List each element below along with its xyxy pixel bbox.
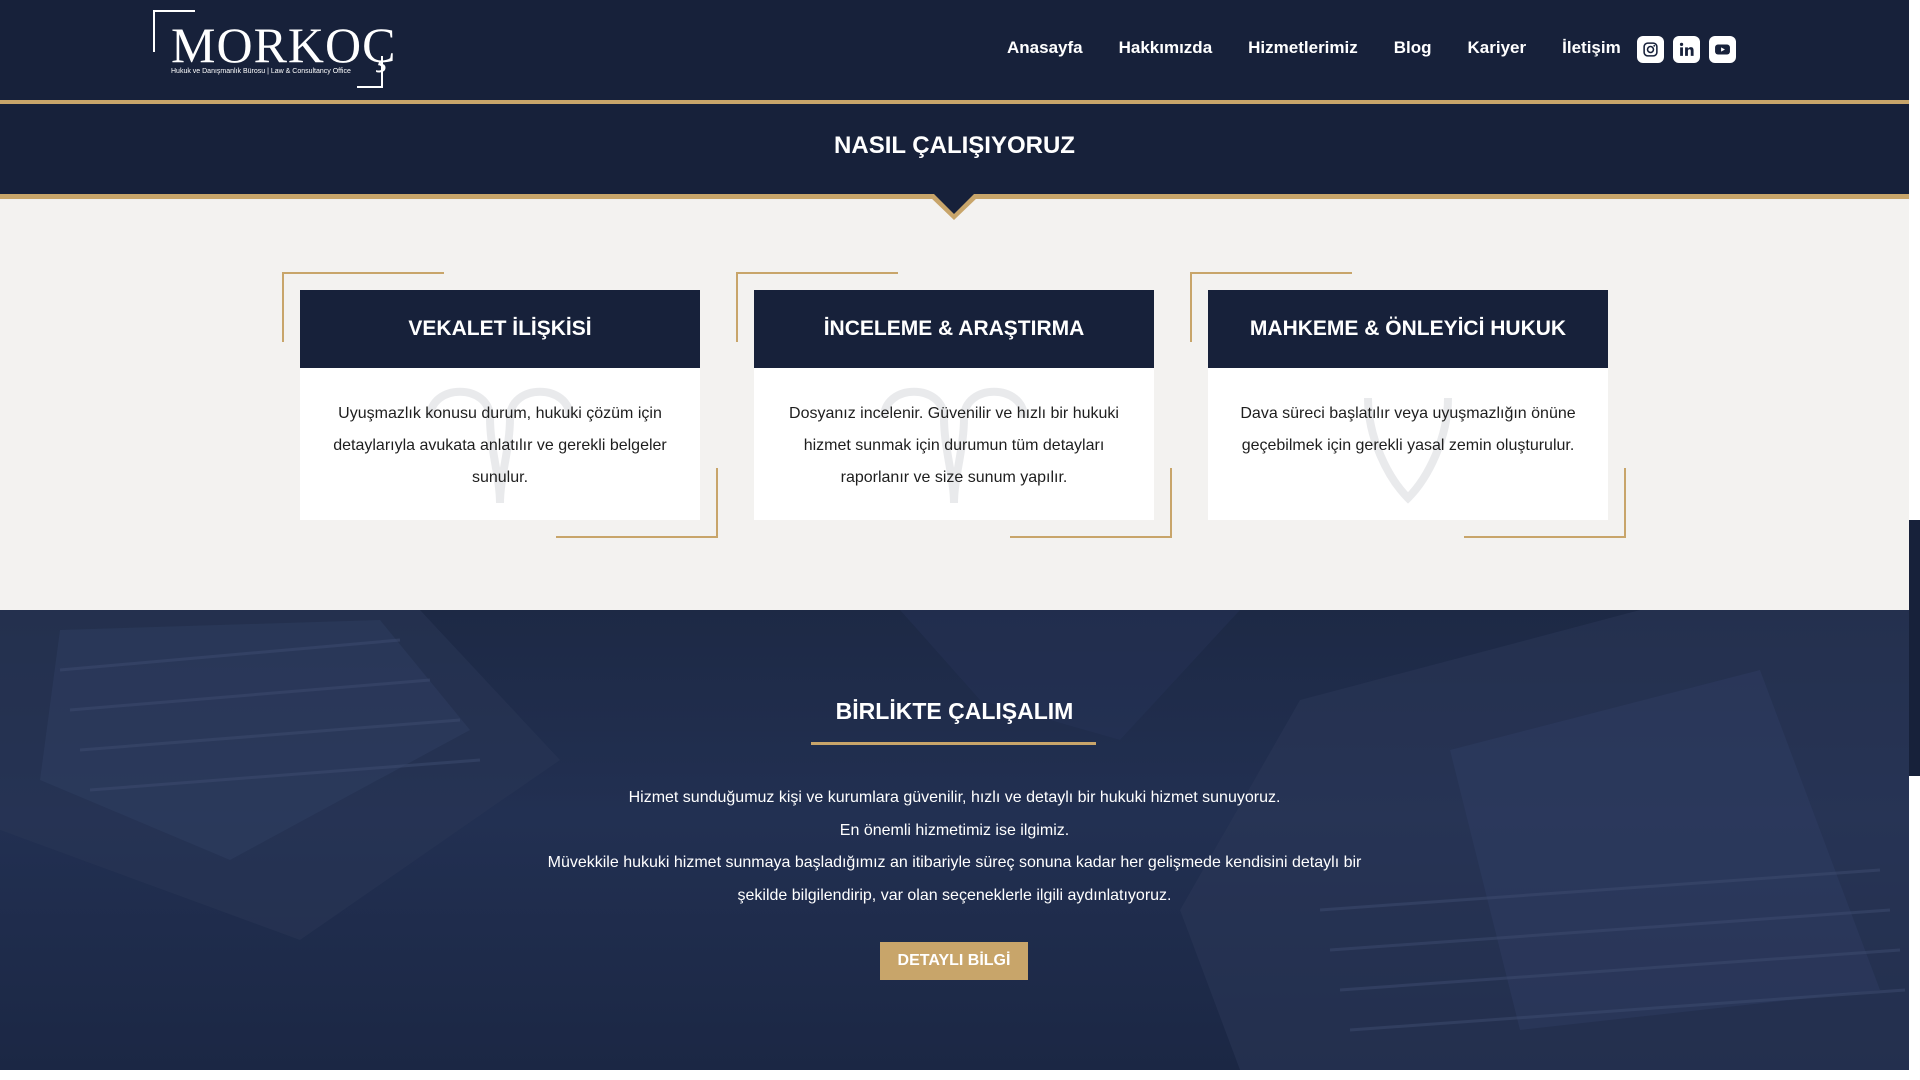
card-body: Dosyanız incelenir. Güvenilir ve hızlı b… (754, 368, 1154, 504)
nav-link-hizmetlerimiz[interactable]: Hizmetlerimiz (1248, 38, 1358, 58)
cta-line: Müvekkile hukuki hizmet sunmaya başladığ… (547, 854, 1362, 871)
cta-line: En önemli hizmetimiz ise ilgimiz. (839, 821, 1070, 839)
card-line: raporlanır ve size sunum yapılır. (840, 469, 1068, 486)
card-description: Uyuşmazlık konusu durum, hukuki çözüm iç… (330, 398, 670, 494)
card-line: sunulur. (471, 469, 529, 486)
logo[interactable]: MORKOÇ Hukuk ve Danışmanlık Bürosu | Law… (153, 10, 395, 88)
logo-wordmark: MORKOÇ (171, 17, 397, 73)
card-body: Uyuşmazlık konusu durum, hukuki çözüm iç… (300, 368, 700, 504)
card-line: hizmet sunmak için durumun tüm detayları (803, 437, 1105, 454)
instagram-glyph (1643, 42, 1658, 57)
nav-link-kariyer[interactable]: Kariyer (1468, 38, 1527, 58)
cta-title: BİRLİKTE ÇALIŞALIM (835, 698, 1074, 724)
page-bottom-strip (0, 1070, 1909, 1080)
card-line: detaylarıyla avukata anlatılır ve gerekl… (333, 437, 667, 454)
section-band: NASIL ÇALIŞIYORUZ (0, 104, 1909, 199)
site-header: MORKOÇ Hukuk ve Danışmanlık Bürosu | Law… (0, 0, 1909, 104)
process-card-1: VEKALET İLİŞKİSİ Uyuşmazlık konusu durum… (282, 272, 718, 538)
cta-section: BİRLİKTE ÇALIŞALIM Hizmet sunduğumuz kiş… (0, 610, 1909, 1070)
section-title: NASIL ÇALIŞIYORUZ (834, 132, 1075, 159)
details-button[interactable]: DETAYLI BİLGİ (880, 942, 1028, 980)
card-title: İNCELEME & ARAŞTIRMA (754, 290, 1154, 368)
nav-link-hakkimizda[interactable]: Hakkımızda (1119, 38, 1213, 58)
youtube-glyph (1715, 44, 1730, 55)
card-line: Dosyanız incelenir. Güvenilir ve hızlı b… (789, 405, 1119, 422)
main-nav: Anasayfa Hakkımızda Hizmetlerimiz Blog K… (1007, 38, 1621, 58)
nav-link-blog[interactable]: Blog (1394, 38, 1432, 58)
card-description: Dosyanız incelenir. Güvenilir ve hızlı b… (784, 398, 1124, 494)
card-title: VEKALET İLİŞKİSİ (300, 290, 700, 368)
cta-title-underline (811, 742, 1096, 745)
linkedin-icon[interactable] (1673, 36, 1700, 63)
section-arrow (934, 194, 974, 214)
cta-line: şekilde bilgilendirip, var olan seçenekl… (737, 886, 1172, 904)
card-panel: MAHKEME & ÖNLEYİCİ HUKUK Dava süreci baş… (1208, 290, 1608, 520)
cta-line: Hizmet sunduğumuz kişi ve kurumlara güve… (628, 789, 1281, 806)
card-line: Dava süreci başlatılır veya uyuşmazlığın… (1240, 405, 1576, 422)
nav-link-anasayfa[interactable]: Anasayfa (1007, 38, 1083, 58)
instagram-icon[interactable] (1637, 36, 1664, 63)
card-line: geçebilmek için gerekli yasal zemin oluş… (1241, 437, 1575, 454)
process-card-3: MAHKEME & ÖNLEYİCİ HUKUK Dava süreci baş… (1190, 272, 1626, 538)
card-line: Uyuşmazlık konusu durum, hukuki çözüm iç… (338, 405, 662, 422)
cta-description: Hizmet sunduğumuz kişi ve kurumlara güve… (0, 782, 1909, 912)
card-panel: VEKALET İLİŞKİSİ Uyuşmazlık konusu durum… (300, 290, 700, 520)
scrollbar-thumb[interactable] (1909, 520, 1920, 776)
process-card-2: İNCELEME & ARAŞTIRMA Dosyanız incelenir.… (736, 272, 1172, 538)
social-links (1637, 36, 1736, 63)
logo-subtitle: Hukuk ve Danışmanlık Bürosu | Law & Cons… (171, 68, 351, 75)
nav-link-iletisim[interactable]: İletişim (1562, 38, 1621, 58)
youtube-icon[interactable] (1709, 36, 1736, 63)
card-description: Dava süreci başlatılır veya uyuşmazlığın… (1238, 398, 1578, 462)
linkedin-glyph (1679, 42, 1694, 56)
card-title: MAHKEME & ÖNLEYİCİ HUKUK (1208, 290, 1608, 368)
card-body: Dava süreci başlatılır veya uyuşmazlığın… (1208, 368, 1608, 504)
card-panel: İNCELEME & ARAŞTIRMA Dosyanız incelenir.… (754, 290, 1154, 520)
